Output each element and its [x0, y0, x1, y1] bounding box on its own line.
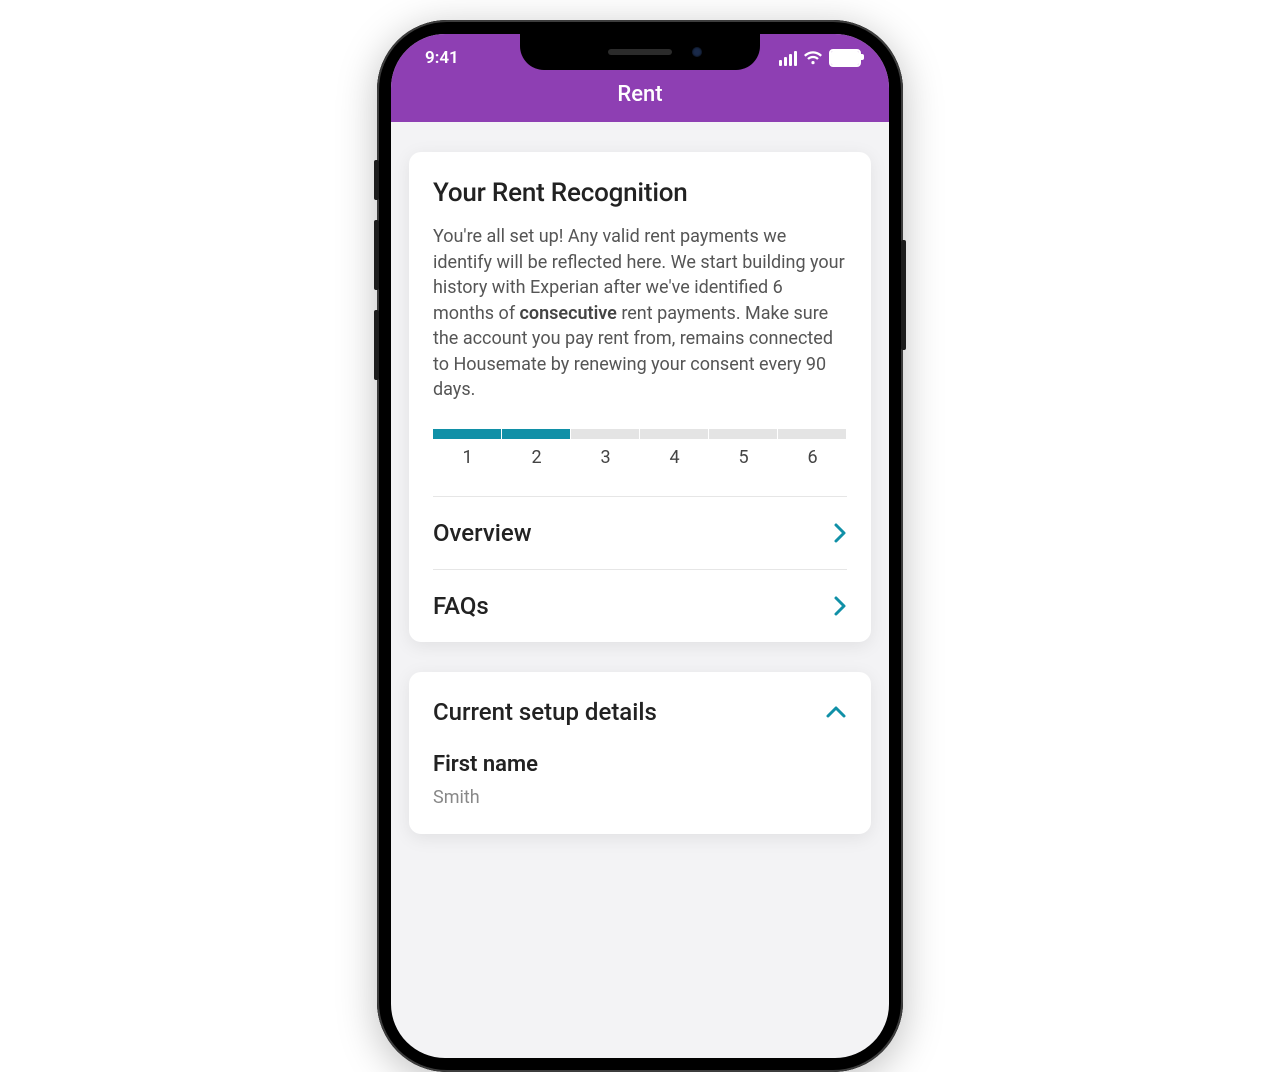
nav-title: Rent: [617, 82, 662, 107]
overview-row[interactable]: Overview: [433, 497, 847, 569]
current-setup-title: Current setup details: [433, 698, 657, 726]
chevron-right-icon: [833, 522, 847, 544]
progress-segment: [778, 429, 847, 439]
progress-label: 6: [778, 447, 847, 468]
wifi-icon: [803, 51, 823, 65]
progress-segment: [640, 429, 709, 439]
progress-label: 4: [640, 447, 709, 468]
faqs-row[interactable]: FAQs: [433, 569, 847, 642]
progress-indicator: 123456: [433, 429, 847, 468]
desc-text-bold: consecutive: [520, 303, 617, 324]
main-content: Your Rent Recognition You're all set up!…: [391, 122, 889, 864]
first-name-label: First name: [433, 752, 847, 777]
nav-bar: Rent: [391, 82, 889, 122]
phone-volume-down: [374, 310, 379, 380]
current-setup-toggle[interactable]: Current setup details: [433, 698, 847, 726]
card-description: You're all set up! Any valid rent paymen…: [433, 224, 847, 403]
phone-mute-switch: [374, 160, 379, 200]
progress-label: 3: [571, 447, 640, 468]
device-notch: [520, 34, 760, 70]
faqs-label: FAQs: [433, 592, 489, 620]
overview-label: Overview: [433, 519, 532, 547]
first-name-value: Smith: [433, 787, 847, 808]
rent-recognition-card: Your Rent Recognition You're all set up!…: [409, 152, 871, 642]
progress-label: 5: [709, 447, 778, 468]
card-title: Your Rent Recognition: [433, 178, 847, 208]
phone-frame: 9:41 Rent: [377, 20, 903, 1072]
progress-segment: [709, 429, 778, 439]
progress-segment: [571, 429, 640, 439]
battery-icon: [829, 49, 861, 67]
progress-label: 1: [433, 447, 502, 468]
progress-segment: [502, 429, 571, 439]
progress-segment: [433, 429, 502, 439]
cellular-signal-icon: [779, 51, 797, 66]
phone-volume-up: [374, 220, 379, 290]
progress-label: 2: [502, 447, 571, 468]
screen: 9:41 Rent: [391, 34, 889, 1058]
current-setup-card: Current setup details First name Smith: [409, 672, 871, 834]
status-time: 9:41: [419, 48, 459, 68]
chevron-up-icon: [825, 705, 847, 719]
phone-power-button: [901, 240, 906, 350]
chevron-right-icon: [833, 595, 847, 617]
